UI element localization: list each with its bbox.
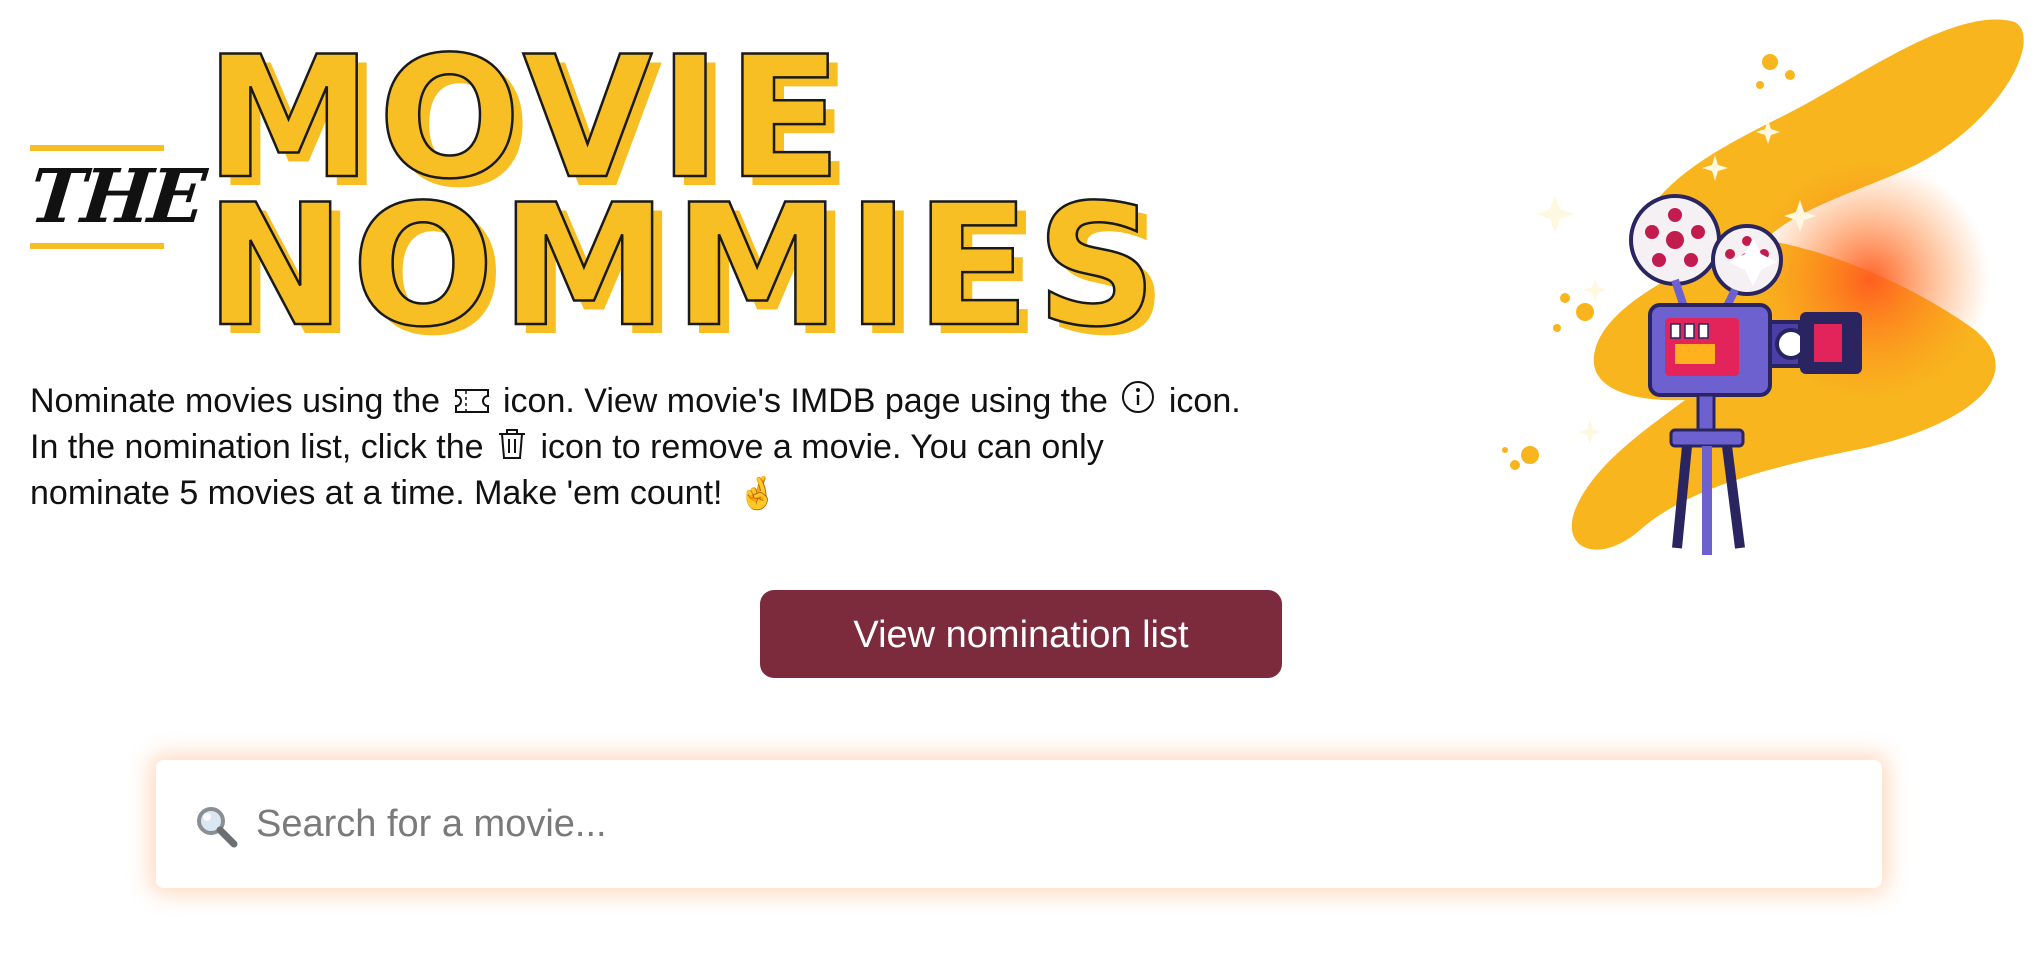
instructions-line-1: Nominate movies using the icon. View mov… — [30, 378, 1360, 424]
instructions-text: icon. View movie's IMDB page using the — [503, 382, 1108, 420]
logo-the-mark: THE — [25, 145, 207, 249]
logo-title: MOVIE NOMMIES MOVIE NOMMIES — [205, 40, 1167, 360]
instructions-text: Nominate movies using the — [30, 382, 441, 420]
instructions: Nominate movies using the icon. View mov… — [30, 378, 1360, 516]
instructions-text: icon. — [1168, 382, 1241, 420]
instructions-line-2: In the nomination list, click the icon t… — [30, 424, 1360, 470]
movie-projector-illustration — [1502, 19, 2024, 555]
logo-rule-bottom — [30, 243, 164, 249]
trash-icon — [497, 426, 527, 472]
logo-rule-top — [30, 145, 164, 151]
instructions-line-3: nominate 5 movies at a time. Make 'em co… — [30, 470, 1360, 516]
instructions-text: nominate 5 movies at a time. Make 'em co… — [30, 474, 723, 512]
info-icon — [1121, 380, 1155, 426]
logo-title-line2: NOMMIES — [205, 168, 1163, 360]
crossed-fingers-emoji: 🤞 — [737, 475, 778, 511]
view-nomination-list-button[interactable]: View nomination list — [760, 590, 1282, 678]
search-box — [156, 760, 1882, 888]
instructions-text: icon to remove a movie. You can only — [540, 428, 1104, 466]
page: THE MOVIE NOMMIES MOVIE NOMMIES Nominate… — [0, 0, 2038, 976]
instructions-text: In the nomination list, click the — [30, 428, 484, 466]
search-input[interactable] — [246, 760, 1866, 888]
ticket-icon — [454, 380, 490, 426]
magnifier-icon — [194, 804, 238, 848]
logo-prefix: THE — [25, 154, 207, 240]
